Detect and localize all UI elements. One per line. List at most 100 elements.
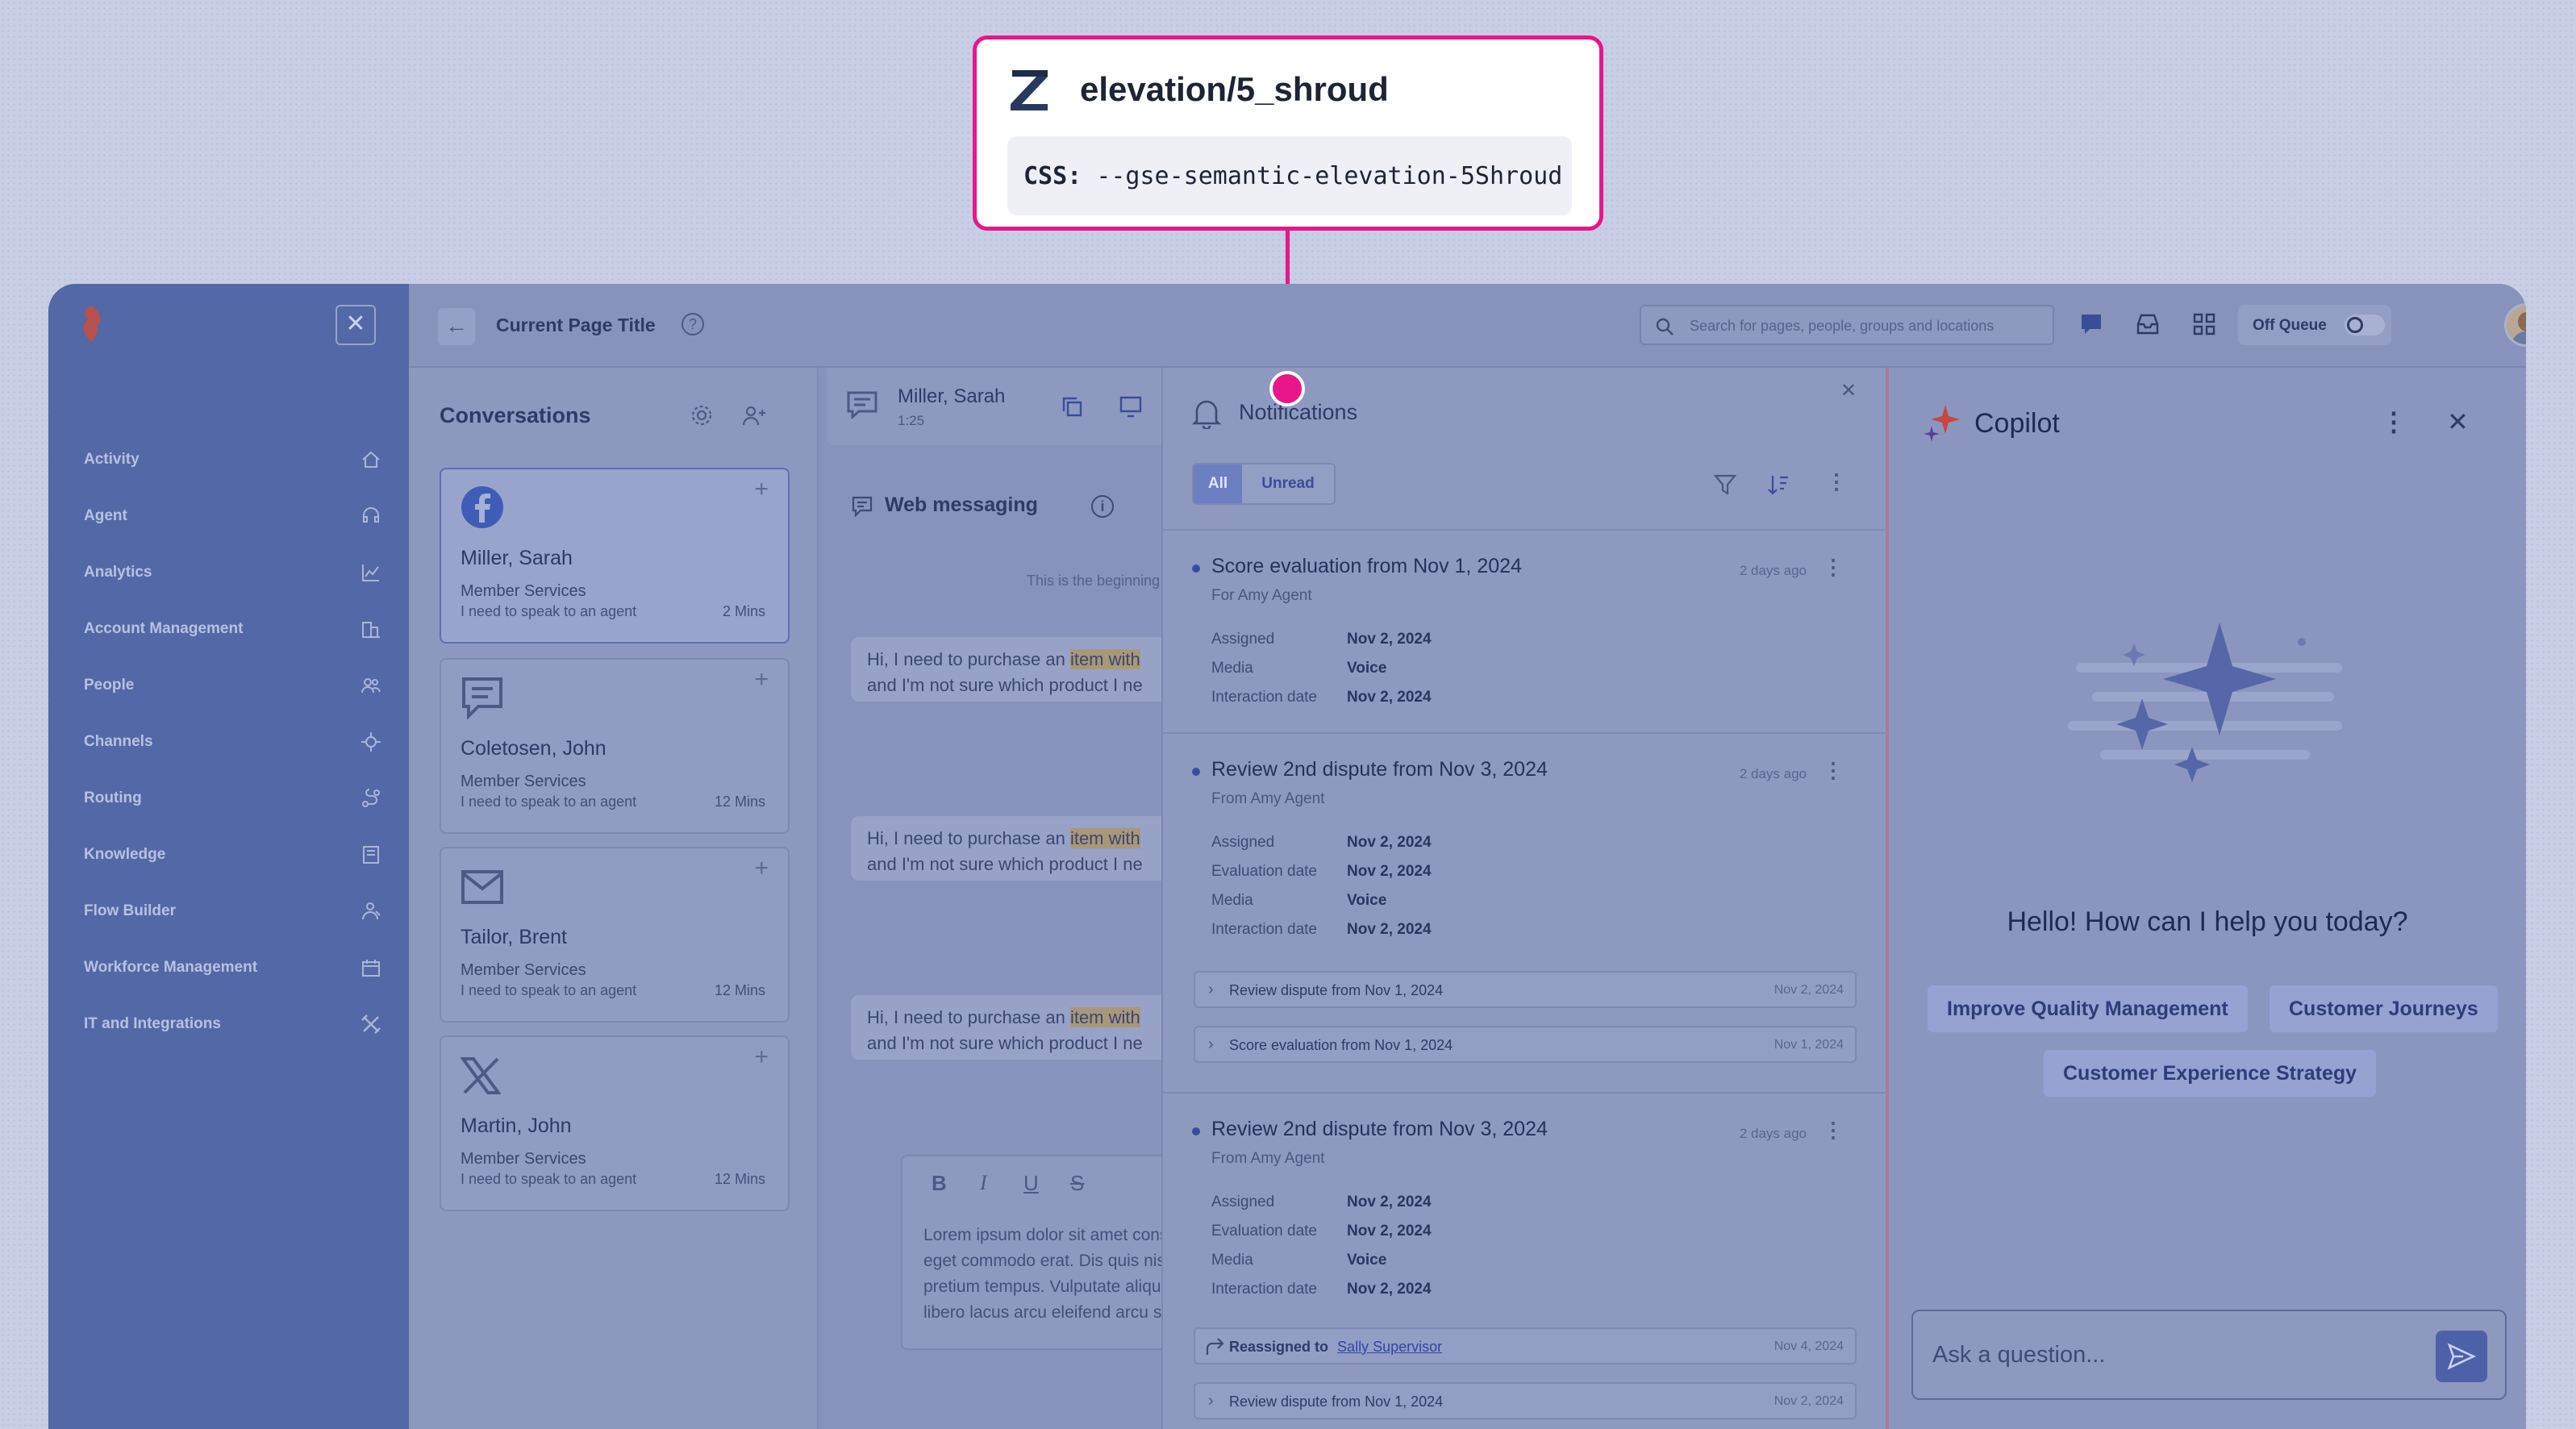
item-menu-icon[interactable]: ⋮ bbox=[1823, 555, 1844, 580]
underline-button[interactable]: U bbox=[1023, 1171, 1039, 1196]
message-text: and I'm not sure which product I ne bbox=[867, 854, 1143, 874]
add-person-icon[interactable] bbox=[741, 403, 767, 427]
add-icon[interactable]: + bbox=[754, 1044, 769, 1071]
token-name: elevation/5_shroud bbox=[1080, 70, 1389, 108]
close-sidebar-button[interactable]: ✕ bbox=[336, 305, 376, 345]
avatar[interactable] bbox=[2504, 303, 2526, 347]
field-value: Voice bbox=[1347, 1252, 1387, 1269]
global-search-input[interactable]: Search for pages, people, groups and loc… bbox=[1640, 305, 2054, 345]
italic-button[interactable]: I bbox=[980, 1171, 987, 1195]
sidebar-item-flow-builder[interactable]: Flow Builder bbox=[84, 895, 382, 927]
add-icon[interactable]: + bbox=[754, 476, 769, 503]
copilot-menu-icon[interactable]: ⋮ bbox=[2381, 406, 2407, 437]
department: Member Services bbox=[461, 1150, 586, 1168]
add-icon[interactable]: + bbox=[754, 855, 769, 882]
sidebar-item-workforce-management[interactable]: Workforce Management bbox=[84, 952, 382, 984]
copilot-greeting: Hello! How can I help you today? bbox=[2007, 906, 2408, 937]
notification-item[interactable]: Review 2nd dispute from Nov 3, 2024 2 da… bbox=[1163, 1094, 1889, 1429]
item-menu-icon[interactable]: ⋮ bbox=[1823, 758, 1844, 783]
close-notifications-button[interactable]: ✕ bbox=[1840, 379, 1857, 402]
suggestion-improve-quality-management[interactable]: Improve Quality Management bbox=[1928, 985, 2248, 1032]
suggestion-customer-journeys[interactable]: Customer Journeys bbox=[2270, 985, 2498, 1032]
field-value: Nov 2, 2024 bbox=[1347, 834, 1432, 851]
sidebar-item-label: Workforce Management bbox=[84, 959, 258, 976]
sidebar-item-it-and-integrations[interactable]: IT and Integrations bbox=[84, 1008, 382, 1040]
field-row: Media Voice bbox=[1211, 660, 1386, 677]
close-icon: ✕ bbox=[2447, 407, 2469, 436]
apps-grid-icon[interactable] bbox=[2191, 311, 2217, 337]
queue-status-toggle[interactable]: Off Queue bbox=[2238, 305, 2391, 345]
bold-button[interactable]: B bbox=[932, 1171, 947, 1196]
search-icon bbox=[1656, 318, 1674, 335]
sidebar-item-people[interactable]: People bbox=[84, 669, 382, 702]
sidebar-item-label: IT and Integrations bbox=[84, 1015, 221, 1032]
close-copilot-button[interactable]: ✕ bbox=[2447, 406, 2469, 437]
reassigned-row[interactable]: Reassigned to Sally Supervisor Nov 4, 20… bbox=[1194, 1327, 1857, 1364]
conversation-card[interactable]: + Tailor, Brent Member Services I need t… bbox=[440, 847, 790, 1023]
sidebar-item-agent[interactable]: Agent bbox=[84, 500, 382, 532]
contact-tab[interactable]: Miller, Sarah 1:25 bbox=[827, 368, 1161, 445]
token-callout: elevation/5_shroud CSS: --gse-semantic-e… bbox=[973, 35, 1603, 231]
screen-share-icon[interactable] bbox=[1119, 395, 1143, 418]
tab-unread[interactable]: Unread bbox=[1242, 465, 1334, 503]
message-preview: I need to speak to an agent bbox=[461, 982, 637, 998]
related-notification[interactable]: › Score evaluation from Nov 1, 2024 Nov 1,… bbox=[1194, 1026, 1857, 1063]
reassigned-person-link[interactable]: Sally Supervisor bbox=[1337, 1339, 1442, 1355]
people-icon bbox=[361, 678, 381, 694]
message-text: Hi, I need to purchase an bbox=[867, 649, 1070, 669]
editor-line: eget commodo erat. Dis quis nisl bbox=[923, 1252, 1161, 1270]
sidebar-item-account-management[interactable]: Account Management bbox=[84, 613, 382, 645]
unread-dot bbox=[1192, 1127, 1200, 1135]
settings-icon[interactable] bbox=[690, 403, 714, 427]
send-button[interactable] bbox=[2436, 1331, 2487, 1382]
filter-icon[interactable] bbox=[1713, 473, 1737, 497]
field-key: Interaction date bbox=[1211, 689, 1317, 706]
info-icon[interactable]: i bbox=[1091, 495, 1114, 518]
copilot-illustration bbox=[2068, 623, 2342, 782]
related-notification[interactable]: › Review dispute from Nov 1, 2024 Nov 2, 2… bbox=[1194, 1382, 1857, 1419]
related-label: Review dispute from Nov 1, 2024 bbox=[1229, 982, 1444, 998]
sidebar-item-channels[interactable]: Channels bbox=[84, 726, 382, 758]
notification-item[interactable]: Review 2nd dispute from Nov 3, 2024 2 da… bbox=[1163, 734, 1889, 1094]
sidebar-item-label: Knowledge bbox=[84, 846, 166, 863]
conversation-card[interactable]: + Coletosen, John Member Services I need… bbox=[440, 658, 790, 834]
related-notification[interactable]: › Review dispute from Nov 1, 2024 Nov 2, 2… bbox=[1194, 971, 1857, 1008]
copy-icon[interactable] bbox=[1061, 395, 1083, 418]
sidebar-item-activity[interactable]: Activity bbox=[84, 444, 382, 476]
notification-title: Review 2nd dispute from Nov 3, 2024 bbox=[1211, 1118, 1548, 1140]
copilot-input[interactable]: Ask a question... bbox=[1911, 1310, 2507, 1400]
field-row: Assigned Nov 2, 2024 bbox=[1211, 631, 1432, 648]
contact-name: Miller, Sarah bbox=[461, 547, 573, 569]
message-editor[interactable]: B I U S Lorem ipsum dolor sit amet conse… bbox=[901, 1155, 1161, 1350]
conversations-panel: Conversations + Miller, Sarah Member Ser… bbox=[409, 368, 819, 1429]
suggestion-customer-experience-strategy[interactable]: Customer Experience Strategy bbox=[2044, 1050, 2377, 1097]
field-value: Nov 2, 2024 bbox=[1347, 1281, 1432, 1298]
item-menu-icon[interactable]: ⋮ bbox=[1823, 1118, 1844, 1143]
conversation-card[interactable]: + Martin, John Member Services I need to… bbox=[440, 1035, 790, 1211]
flow-icon bbox=[362, 902, 381, 920]
strikethrough-button[interactable]: S bbox=[1070, 1171, 1084, 1196]
more-options-icon[interactable]: ⋮ bbox=[1826, 469, 1847, 494]
notification-filter-tabs: All Unread bbox=[1192, 463, 1336, 505]
add-icon[interactable]: + bbox=[754, 666, 769, 694]
tab-all[interactable]: All bbox=[1194, 465, 1242, 503]
mail-icon bbox=[461, 870, 503, 904]
messages-icon[interactable] bbox=[2078, 311, 2104, 337]
field-row: Assigned Nov 2, 2024 bbox=[1211, 834, 1432, 852]
notification-from: For Amy Agent bbox=[1211, 587, 1312, 604]
chat-message: Hi, I need to purchase an item with and … bbox=[851, 637, 1161, 702]
sidebar-item-knowledge[interactable]: Knowledge bbox=[84, 839, 382, 871]
sidebar-item-analytics[interactable]: Analytics bbox=[84, 556, 382, 589]
routing-icon bbox=[362, 789, 380, 807]
inbox-icon[interactable] bbox=[2135, 311, 2161, 337]
notification-item[interactable]: Score evaluation from Nov 1, 2024 2 days… bbox=[1163, 529, 1889, 734]
help-icon[interactable]: ? bbox=[682, 313, 704, 335]
conversation-start-note: This is the beginning of bbox=[1027, 573, 1161, 589]
related-label: Review dispute from Nov 1, 2024 bbox=[1229, 1394, 1444, 1410]
sidebar-item-routing[interactable]: Routing bbox=[84, 782, 382, 814]
queue-toggle-switch[interactable] bbox=[2345, 315, 2385, 335]
sort-icon[interactable] bbox=[1766, 473, 1790, 497]
back-button[interactable]: ← bbox=[438, 308, 475, 345]
unread-dot bbox=[1192, 768, 1200, 776]
conversation-card[interactable]: + Miller, Sarah Member Services I need t… bbox=[440, 468, 790, 644]
